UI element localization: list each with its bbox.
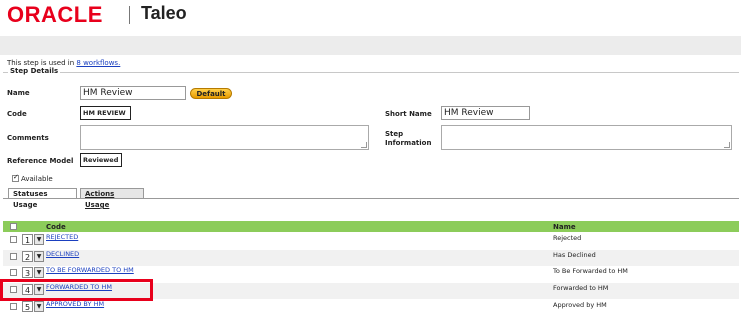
order-dropdown-icon[interactable]: ▼ [34,267,44,278]
order-value[interactable]: 3 [22,267,33,278]
name-label: Name [7,89,30,97]
step-details-legend: Step Details [8,67,61,75]
comments-textarea[interactable] [80,125,369,150]
order-value[interactable]: 5 [22,301,33,312]
workflow-usage-info: This step is used in 8 workflows. [7,59,120,67]
reference-model-value: Reviewed [80,153,122,167]
column-header-code[interactable]: Code [46,223,66,231]
toolbar-bar [0,36,741,55]
resize-grip-icon[interactable] [724,142,730,148]
table-row: 2 ▼ DECLINED Has Declined [3,250,739,266]
comments-label: Comments [7,134,49,142]
order-dropdown-icon[interactable]: ▼ [34,251,44,262]
usage-text: This step is used in [7,59,75,67]
oracle-logo: ORACLE [7,2,103,27]
resize-grip-icon[interactable] [361,142,367,148]
code-value: HM REVIEW [80,106,131,120]
available-label: Available [21,175,53,183]
status-name: Has Declined [553,251,596,259]
order-value[interactable]: 1 [22,234,33,245]
status-name: To Be Forwarded to HM [553,267,628,275]
default-button[interactable]: Default [190,88,232,99]
status-code-link[interactable]: TO BE FORWARDED TO HM [46,266,134,274]
tab-divider [3,198,739,199]
order-value[interactable]: 2 [22,251,33,262]
row-checkbox[interactable] [10,236,17,243]
order-dropdown-icon[interactable]: ▼ [34,234,44,245]
step-info-label-line2: Information [385,139,432,147]
row-checkbox[interactable] [10,253,17,260]
logo-separator [129,6,130,24]
product-name: Taleo [141,3,187,23]
step-info-textarea[interactable] [441,125,732,150]
select-all-checkbox[interactable] [10,223,17,230]
available-checkbox[interactable] [12,173,19,182]
table-row: 1 ▼ REJECTED Rejected [3,233,739,249]
step-info-label: Step Information [385,130,431,148]
step-info-label-line1: Step [385,130,404,138]
highlight-annotation-box [0,279,153,301]
workflows-link[interactable]: 8 workflows. [76,59,120,67]
status-name: Rejected [553,234,582,242]
short-name-input[interactable]: HM Review [441,106,530,120]
table-row: 5 ▼ APPROVED BY HM Approved by HM [3,300,739,316]
status-name: Approved by HM [553,301,607,309]
short-name-label: Short Name [385,110,432,118]
status-code-link[interactable]: REJECTED [46,233,78,241]
order-dropdown-icon[interactable]: ▼ [34,301,44,312]
status-code-link[interactable]: DECLINED [46,250,79,258]
reference-model-label: Reference Model [7,157,74,165]
name-input[interactable]: HM Review [80,86,186,100]
status-code-link[interactable]: APPROVED BY HM [46,300,104,308]
status-name: Forwarded to HM [553,284,609,292]
row-checkbox[interactable] [10,269,17,276]
row-checkbox[interactable] [10,303,17,310]
app-header: ORACLE Taleo [0,0,741,33]
column-header-name[interactable]: Name [553,223,576,231]
table-header: Code Name [3,221,739,232]
code-label: Code [7,110,27,118]
